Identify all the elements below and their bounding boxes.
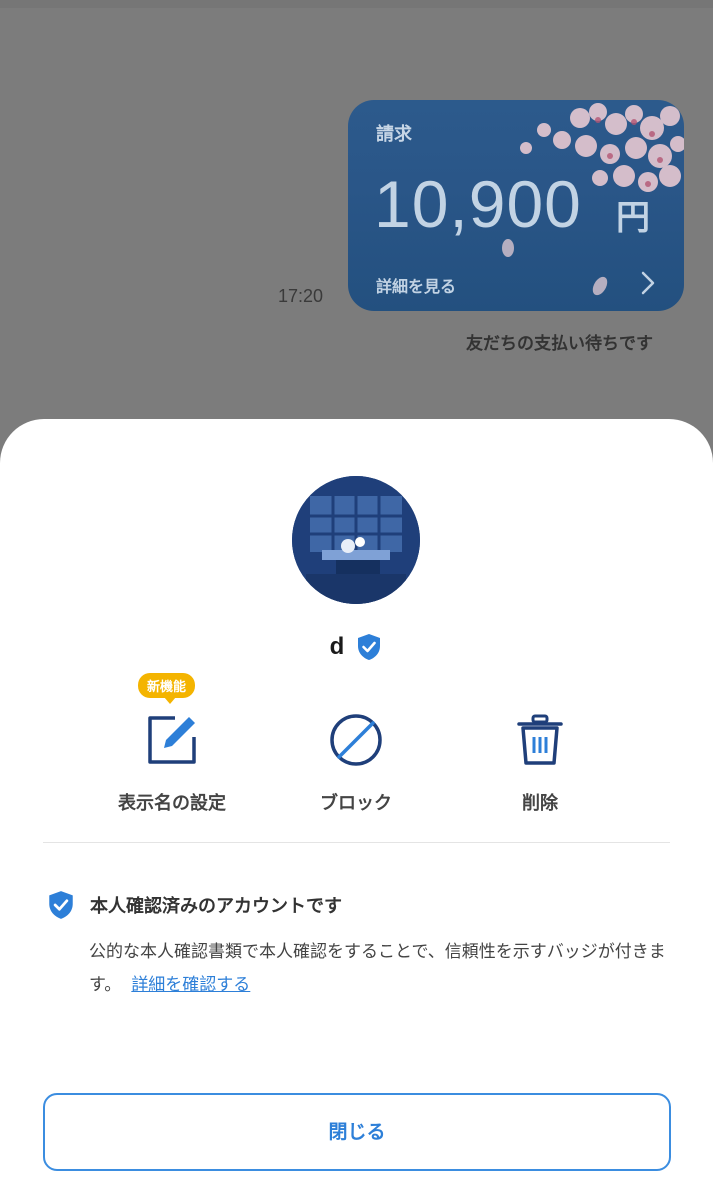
- profile-bottom-sheet: d 新機能 表示名の設定 ブロック 削除 本人確認済みのアカウントです 公的な本…: [0, 419, 713, 1200]
- invoice-card[interactable]: 請求 10,900 円 詳細を見る: [348, 100, 684, 311]
- invoice-title: 請求: [376, 124, 412, 145]
- trash-icon: [517, 714, 563, 765]
- close-button[interactable]: 閉じる: [43, 1093, 671, 1171]
- name-row: d: [0, 632, 713, 666]
- invoice-amount: 10,900: [374, 167, 582, 241]
- divider: [43, 842, 670, 843]
- verified-details-link[interactable]: 詳細を確認する: [131, 975, 250, 995]
- verified-description: 公的な本人確認書類で本人確認をすることで、信頼性を示すバッジが付きます。 詳細を確…: [89, 936, 679, 1002]
- avatar-image: [292, 476, 420, 604]
- top-bar: [0, 0, 713, 8]
- chevron-right-icon: [641, 271, 655, 295]
- delete-button[interactable]: 削除: [460, 677, 620, 817]
- block-icon: [330, 714, 382, 766]
- verified-account-row: 本人確認済みのアカウントです: [46, 889, 342, 919]
- verified-badge-icon: [358, 634, 381, 660]
- action-row: 表示名の設定 ブロック 削除: [0, 677, 713, 817]
- verified-title: 本人確認済みのアカウントです: [90, 896, 342, 917]
- verified-shield-icon: [49, 891, 73, 919]
- invoice-currency: 円: [616, 198, 650, 238]
- set-display-name-button[interactable]: 表示名の設定: [92, 677, 252, 817]
- block-button[interactable]: ブロック: [276, 677, 436, 817]
- avatar: [292, 476, 420, 604]
- invoice-details-link[interactable]: 詳細を見る: [376, 273, 456, 297]
- edit-icon: [148, 716, 196, 764]
- payment-status-text: 友だちの支払い待ちです: [466, 334, 653, 354]
- message-timestamp: 17:20: [278, 286, 324, 306]
- profile-name: d: [329, 633, 345, 660]
- delete-label: 削除: [522, 793, 558, 814]
- block-label: ブロック: [320, 793, 392, 814]
- set-display-name-label: 表示名の設定: [118, 793, 226, 814]
